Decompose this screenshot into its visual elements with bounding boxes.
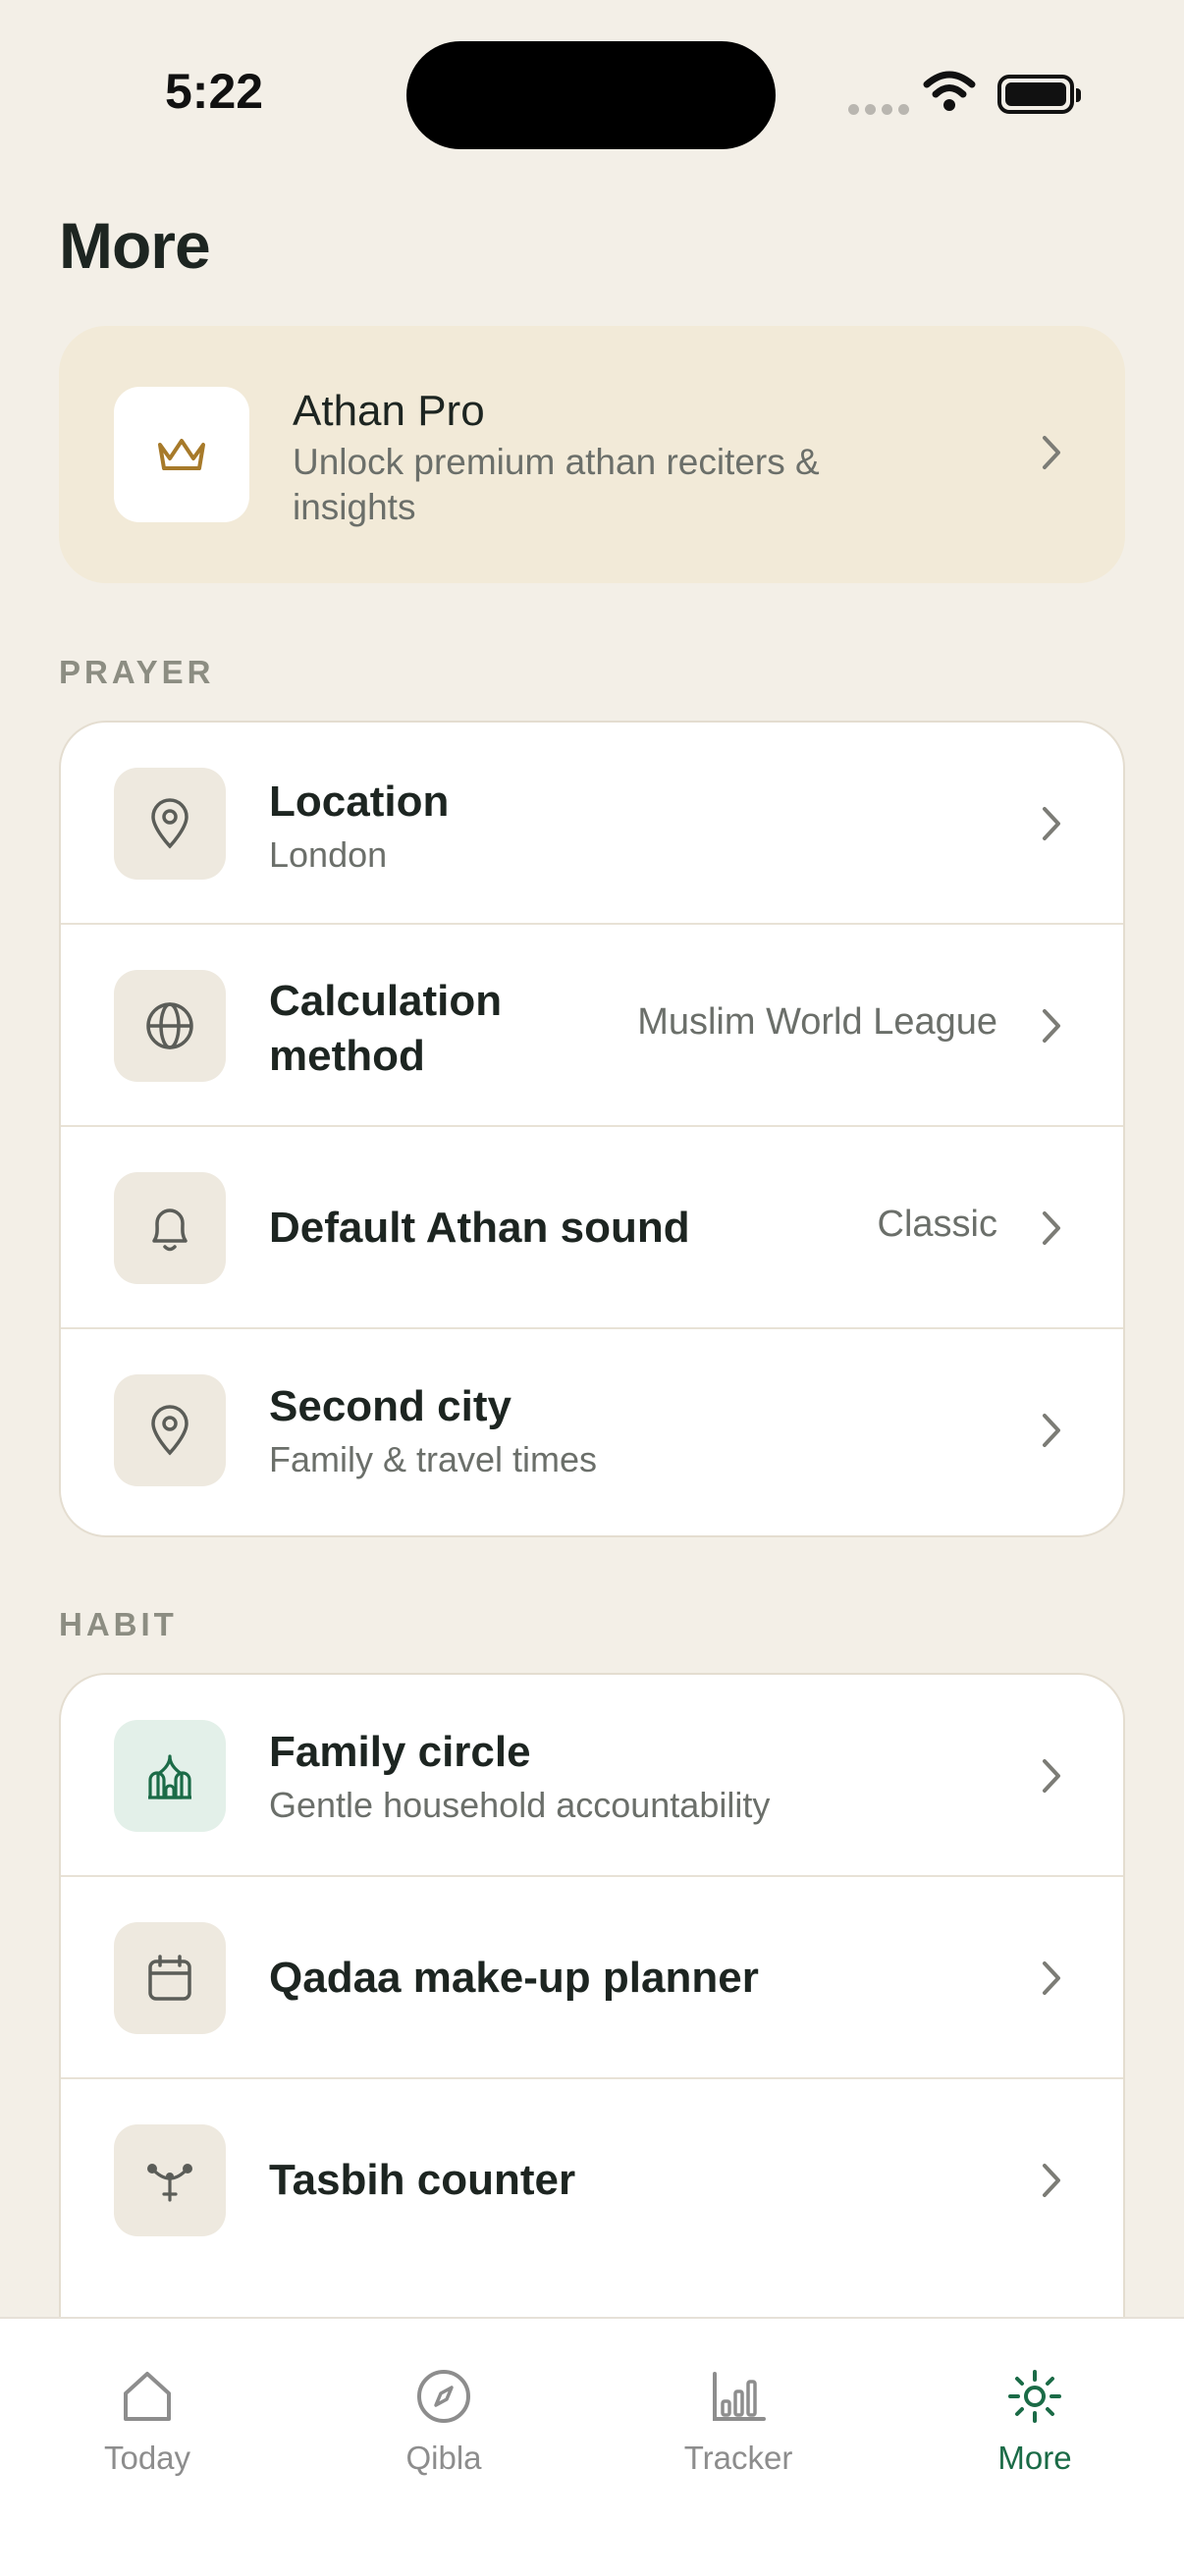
tab-label: More: [997, 2440, 1072, 2476]
calendar-icon: [148, 1955, 191, 2001]
row-title: Location: [269, 778, 450, 826]
setting-qadaa-planner[interactable]: Qadaa make-up planner: [61, 1877, 1123, 2079]
tab-label: Tracker: [683, 2440, 793, 2476]
setting-tasbih-counter[interactable]: Tasbih counter: [61, 2079, 1123, 2281]
row-title: Family circle: [269, 1728, 531, 1776]
chevron-right-icon: [1043, 1759, 1060, 1793]
chevron-right-icon: [1043, 1009, 1060, 1043]
setting-calculation-method[interactable]: Calculation method Muslim World League: [61, 925, 1123, 1127]
habit-settings-group: Family circle Gentle household accountab…: [59, 1673, 1125, 2360]
row-title: Tasbih counter: [269, 2156, 576, 2204]
chevron-right-icon: [1043, 1414, 1060, 1447]
chevron-right-icon: [1043, 2164, 1060, 2197]
row-subtitle: Family & travel times: [269, 1439, 598, 1479]
prayer-settings-group: Location London Calculation method Musli…: [59, 721, 1125, 1537]
row-value: Muslim World League: [637, 1001, 997, 1043]
tab-label: Qibla: [405, 2440, 482, 2476]
sun-icon: [1008, 2370, 1061, 2423]
row-title: Qadaa make-up planner: [269, 1954, 759, 2002]
battery-icon: [997, 75, 1081, 114]
pro-icon-box: [114, 387, 249, 522]
dynamic-island: [406, 41, 776, 149]
crown-icon: [158, 439, 205, 470]
bar-chart-icon: [713, 2372, 766, 2421]
setting-second-city[interactable]: Second city Family & travel times: [61, 1329, 1123, 1531]
chevron-right-icon: [1043, 436, 1060, 469]
tab-bar: Today Qibla Tracker More: [0, 2317, 1184, 2576]
row-title: Default Athan sound: [269, 1204, 690, 1252]
tab-tracker[interactable]: Tracker: [640, 2368, 836, 2477]
row-subtitle: London: [269, 834, 388, 875]
pro-subtitle: Unlock premium athan reciters & insights: [293, 442, 820, 527]
setting-family-circle[interactable]: Family circle Gentle household accountab…: [61, 1675, 1123, 1877]
home-icon: [124, 2372, 171, 2421]
chevron-right-icon: [1043, 807, 1060, 840]
globe-icon: [146, 1002, 193, 1049]
section-label-habit: HABIT: [59, 1606, 178, 1642]
compass-icon: [417, 2370, 470, 2423]
tab-qibla[interactable]: Qibla: [346, 2368, 542, 2477]
bell-icon: [152, 1208, 188, 1252]
tab-more[interactable]: More: [937, 2368, 1133, 2477]
tasbih-icon: [147, 2164, 192, 2202]
section-label-prayer: PRAYER: [59, 654, 215, 690]
row-title: Calculation method: [269, 977, 503, 1080]
row-subtitle: Gentle household accountability: [269, 1785, 771, 1825]
status-time: 5:22: [165, 64, 264, 119]
setting-location[interactable]: Location London: [61, 723, 1123, 925]
tab-label: Today: [103, 2440, 191, 2476]
cellular-signal-icon: [848, 104, 909, 115]
chevron-right-icon: [1043, 1211, 1060, 1245]
setting-default-athan-sound[interactable]: Default Athan sound Classic: [61, 1127, 1123, 1329]
wifi-icon: [923, 71, 976, 111]
pro-title: Athan Pro: [293, 387, 485, 435]
map-pin-icon: [151, 1405, 188, 1456]
mosque-icon: [148, 1754, 191, 1799]
row-title: Second city: [269, 1382, 511, 1430]
row-value: Classic: [877, 1204, 997, 1245]
tab-today[interactable]: Today: [49, 2368, 245, 2477]
page-title: More: [59, 209, 211, 282]
athan-pro-card[interactable]: Athan Pro Unlock premium athan reciters …: [59, 326, 1125, 583]
chevron-right-icon: [1043, 1961, 1060, 1995]
map-pin-icon: [151, 798, 188, 849]
